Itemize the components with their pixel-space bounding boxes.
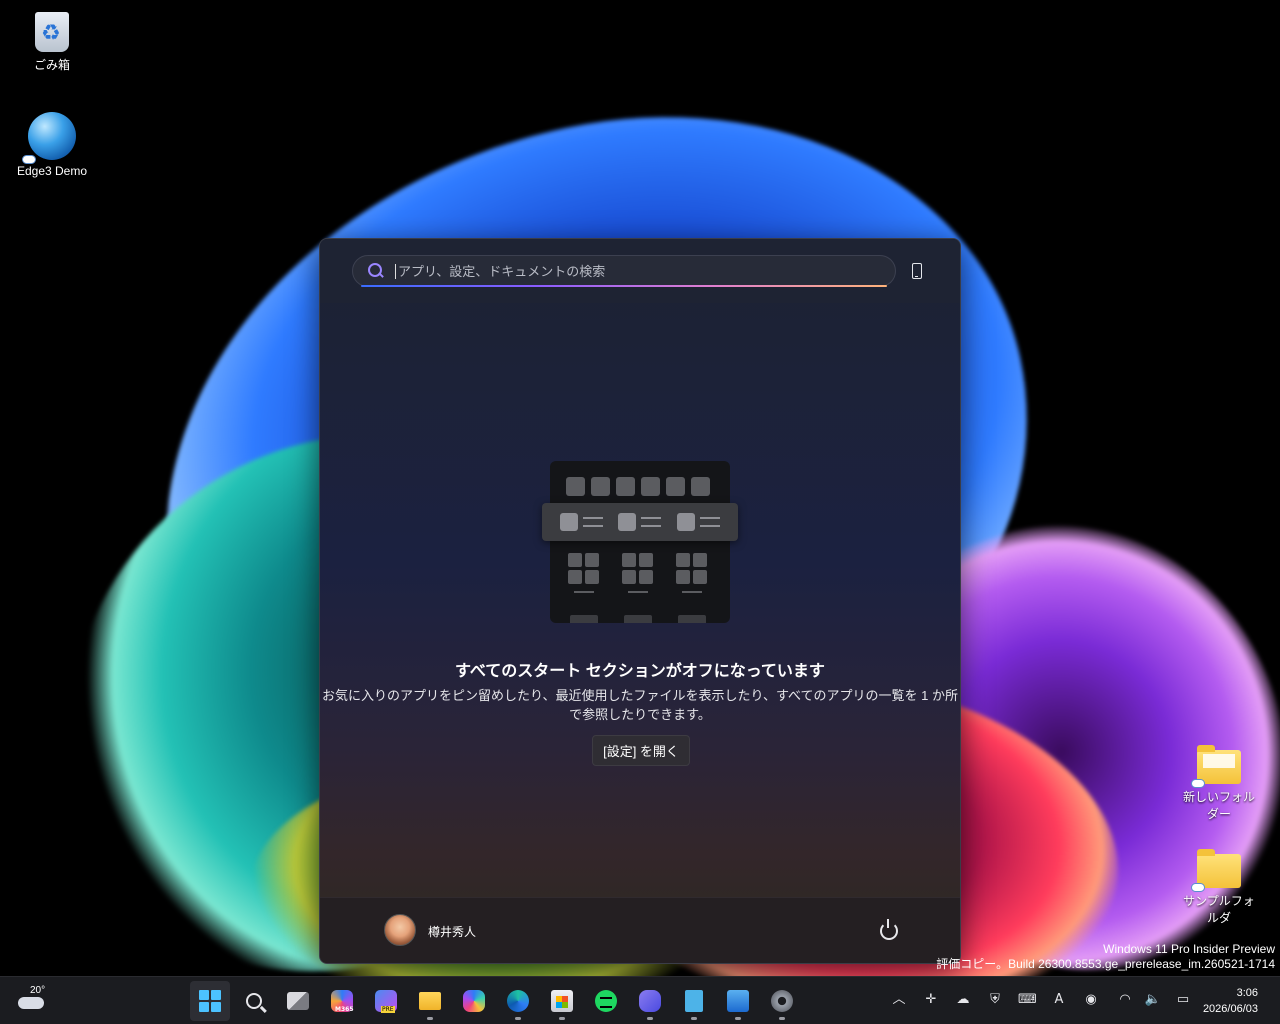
globe-icon — [22, 112, 76, 164]
desktop-icon-sample-folder[interactable]: サンプルフォルダ — [1178, 846, 1260, 926]
cloud-sync-icon — [1191, 883, 1205, 892]
terminal-icon — [639, 990, 661, 1012]
running-indicator — [691, 1017, 697, 1020]
taskbar-store[interactable] — [542, 981, 582, 1021]
language-icon[interactable]: ◉ — [1082, 991, 1100, 1009]
taskbar-file-explorer[interactable] — [410, 981, 450, 1021]
m365-icon — [331, 990, 354, 1013]
folder-icon — [419, 992, 441, 1010]
taskbar-pinned-apps — [190, 981, 802, 1021]
taskbar-search-button[interactable] — [234, 981, 274, 1021]
system-tray: ︿ ✛ ☁ ⛨ ⌨ A ◉ ◠ 🔈 ▭ 3:06 2026/06/03 — [860, 977, 1280, 1024]
settings-icon — [771, 990, 793, 1012]
taskbar-terminal[interactable] — [630, 981, 670, 1021]
running-indicator — [735, 1017, 741, 1020]
chevron-up-icon[interactable]: ︿ — [890, 991, 908, 1009]
edge-icon — [507, 990, 529, 1012]
running-indicator — [515, 1017, 521, 1020]
security-icon[interactable]: ⛨ — [986, 991, 1004, 1009]
volume-icon[interactable]: 🔈 — [1144, 991, 1162, 1009]
desktop-icon-label: Edge3 Demo — [16, 164, 88, 178]
running-indicator — [427, 1017, 433, 1020]
taskbar-notepad[interactable] — [674, 981, 714, 1021]
wifi-icon[interactable]: ◠ — [1116, 991, 1134, 1009]
user-name[interactable]: 樽井秀人 — [428, 923, 476, 940]
desktop-icon-edge3-demo[interactable]: Edge3 Demo — [12, 112, 92, 178]
taskbar-start-button[interactable] — [190, 981, 230, 1021]
ime-mode-indicator[interactable]: A — [1050, 991, 1068, 1009]
clock[interactable]: 3:06 2026/06/03 — [1203, 985, 1258, 1017]
copilot-search-icon — [367, 262, 385, 280]
start-footer: 樽井秀人 — [320, 897, 960, 963]
onedrive-icon[interactable]: ☁ — [954, 991, 972, 1009]
evaluation-watermark: Windows 11 Pro Insider Preview 評価コピー。Bui… — [936, 942, 1275, 972]
notepad-icon — [685, 990, 703, 1012]
start-menu: すべてのスタート セクションがオフになっています お気に入りのアプリをピン留めし… — [319, 238, 961, 964]
keyboard-icon[interactable]: ⌨ — [1018, 991, 1037, 1009]
photos-icon — [727, 990, 749, 1012]
clock-date: 2026/06/03 — [1202, 1003, 1258, 1015]
desktop-icon-label: サンプルフォルダ — [1183, 894, 1255, 925]
taskbar-spotify[interactable] — [586, 981, 626, 1021]
designer-icon — [375, 990, 397, 1013]
battery-icon[interactable]: ▭ — [1174, 991, 1192, 1009]
start-search-bar — [320, 239, 960, 303]
clock-time: 3:06 — [1236, 987, 1258, 999]
taskbar: 20° ︿ ✛ ☁ ⛨ ⌨ A ◉ ◠ 🔈 ▭ 3:06 2026/06/03 — [0, 976, 1280, 1024]
taskbar-settings[interactable] — [762, 981, 802, 1021]
search-box[interactable] — [352, 255, 896, 287]
cloud-sync-icon — [22, 155, 36, 164]
weather-widget[interactable]: 20° — [18, 983, 58, 1019]
search-input[interactable] — [395, 263, 855, 279]
power-icon[interactable] — [880, 919, 898, 940]
weather-temperature: 20° — [30, 985, 46, 996]
desktop-icon-new-folder[interactable]: 新しいフォルダー — [1178, 742, 1260, 822]
taskbar-photos[interactable] — [718, 981, 758, 1021]
spotify-icon — [595, 990, 617, 1012]
watermark-build: 評価コピー。Build 26300.8553.ge_prerelease_im.… — [936, 957, 1275, 971]
taskbar-edge[interactable] — [498, 981, 538, 1021]
empty-state-description: お気に入りのアプリをピン留めしたり、最近使用したファイルを表示したり、すべてのア… — [322, 688, 958, 722]
copilot-icon — [463, 990, 485, 1012]
store-icon — [551, 990, 573, 1012]
cloud-sync-icon — [1191, 779, 1205, 788]
desktop-icon-label: ごみ箱 — [33, 58, 70, 72]
open-settings-button[interactable]: [設定] を開く — [592, 735, 690, 766]
taskbar-copilot[interactable] — [454, 981, 494, 1021]
cloud-icon — [18, 997, 44, 1009]
folder-icon — [1191, 745, 1241, 788]
move-icon[interactable]: ✛ — [922, 991, 940, 1009]
running-indicator — [559, 1017, 565, 1020]
taskbar-designer[interactable] — [366, 981, 406, 1021]
search-icon — [246, 993, 262, 1009]
running-indicator — [647, 1017, 653, 1020]
watermark-edition: Windows 11 Pro Insider Preview — [1103, 942, 1275, 956]
recycle-bin-icon — [35, 12, 69, 52]
desktop-icon-label: 新しいフォルダー — [1182, 790, 1255, 821]
phone-link-icon[interactable] — [912, 263, 922, 279]
folder-icon — [1191, 849, 1241, 892]
taskbar-task-view-button[interactable] — [278, 981, 318, 1021]
running-indicator — [779, 1017, 785, 1020]
task-view-icon — [287, 992, 309, 1010]
taskbar-microsoft-365[interactable] — [322, 981, 362, 1021]
start-sections-illustration — [542, 461, 738, 623]
windows-logo-icon — [199, 990, 221, 1012]
user-avatar[interactable] — [384, 914, 416, 946]
empty-state-title: すべてのスタート セクションがオフになっています — [455, 663, 825, 680]
desktop-icon-recycle-bin[interactable]: ごみ箱 — [12, 6, 92, 73]
